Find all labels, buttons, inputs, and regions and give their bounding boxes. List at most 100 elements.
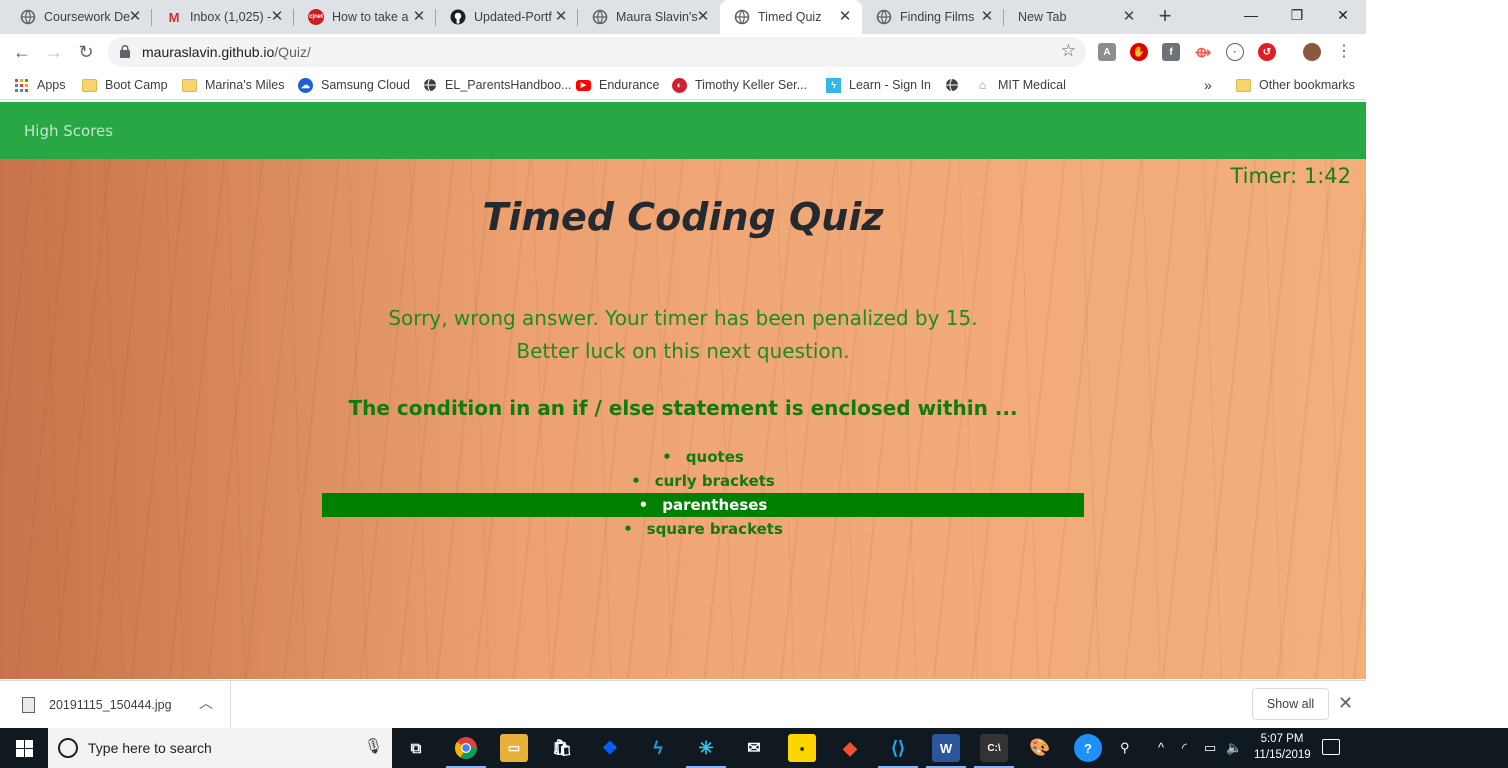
vscode-icon[interactable]: ⟨⟩ [878,734,918,768]
people-icon[interactable]: ⚲ [1120,740,1130,756]
bookmark-el-parents-handbook[interactable]: EL_ParentsHandboo... [422,76,571,94]
taskbar-clock[interactable]: 5:07 PM 11/15/2019 [1254,731,1311,763]
help-icon[interactable]: ? [1074,734,1102,762]
high-scores-link[interactable]: High Scores [24,122,113,140]
command-prompt-icon[interactable]: C:\ [974,734,1014,768]
volume-icon[interactable]: 🔈 [1226,740,1242,756]
answer-option-curly-brackets[interactable]: • curly brackets [322,469,1084,493]
tab-timed-quiz[interactable]: Timed Quiz ✕ [720,0,862,34]
tab-portfolio[interactable]: Updated-Portf ✕ [436,0,578,34]
sticky-notes-icon[interactable]: ▪ [788,734,816,762]
quiz-timer: Timer: 1:42 [1230,164,1351,188]
cnet-icon: c|net [308,9,324,25]
mail-icon[interactable]: ✉ [740,734,768,762]
cortana-icon [58,738,78,758]
tab-inbox[interactable]: M Inbox (1,025) - ✕ [152,0,294,34]
bookmark-star-icon[interactable]: ☆ [1061,41,1076,61]
gmail-icon: M [168,9,180,25]
windows-start-icon[interactable] [0,728,48,768]
action-center-icon[interactable] [1322,739,1340,755]
restore-icon[interactable]: ❐ [1274,0,1320,30]
tab-coursework[interactable]: Coursework De ✕ [6,0,152,34]
close-tab-icon[interactable]: ✕ [1120,8,1138,26]
bookmarks-bar: Apps Boot Camp Marina's Miles ☁ Samsung … [0,70,1366,100]
menu-dots-icon[interactable]: ⋮ [1332,40,1356,64]
close-tab-icon[interactable]: ✕ [268,8,286,26]
globe-icon [944,78,959,93]
close-tab-icon[interactable]: ✕ [978,8,996,26]
bookmark-samsung-cloud[interactable]: ☁ Samsung Cloud [298,76,410,94]
taskbar-search-box[interactable]: Type here to search 🎙 [48,728,392,768]
bookmark-label: Timothy Keller Ser... [695,78,808,92]
bookmark-mit-medical[interactable]: ⌂ MIT Medical [975,76,1066,94]
answer-feedback: Sorry, wrong answer. Your timer has been… [388,306,978,363]
tab-maura-slavin[interactable]: Maura Slavin's ✕ [578,0,720,34]
answer-label: parentheses [662,496,768,514]
pdf-extension-icon[interactable]: A [1098,43,1116,61]
file-explorer-icon[interactable]: ▭ [500,734,528,762]
answer-label: square brackets [646,520,783,538]
globe-icon [592,9,608,25]
address-bar[interactable]: mauraslavin.github.io/Quiz/ ☆ [108,37,1086,67]
bookmark-endurance[interactable]: ▶ Endurance [576,76,659,94]
forward-arrow-icon[interactable]: → [42,40,66,64]
close-tab-icon[interactable]: ✕ [126,8,144,26]
close-tab-icon[interactable]: ✕ [552,8,570,26]
task-view-icon[interactable]: ⧉ [402,734,430,762]
chrome-taskbar-icon[interactable] [446,734,486,768]
store-icon[interactable]: 🛍 [548,734,576,762]
minimize-icon[interactable]: — [1228,0,1274,30]
close-window-icon[interactable]: ✕ [1320,0,1366,30]
new-tab-plus-icon[interactable]: + [1153,5,1177,29]
close-download-bar-icon[interactable]: ✕ [1338,693,1353,714]
apps-grid-icon [14,78,29,93]
bookmarks-overflow-icon[interactable]: » [1204,76,1212,94]
adblock-extension-icon[interactable]: ✋ [1130,43,1148,61]
chevron-up-icon[interactable]: ︿ [199,693,213,713]
tab-finding-films[interactable]: Finding Films ✕ [862,0,1004,34]
word-icon[interactable]: W [926,734,966,768]
tab-new-tab[interactable]: New Tab ✕ [1004,0,1146,34]
microphone-icon[interactable]: 🎙 [364,737,383,755]
wifi-icon[interactable]: ◜ [1182,740,1187,756]
profile-avatar[interactable] [1303,43,1321,61]
slack-icon[interactable]: ✳ [686,734,726,768]
battery-icon[interactable]: ▭ [1204,740,1216,756]
download-filename: 20191115_150444.jpg [49,698,172,712]
folder-icon [1236,78,1251,92]
bookmark-label: Samsung Cloud [321,78,410,92]
back-arrow-icon[interactable]: ← [10,40,34,64]
bookmark-label: MIT Medical [998,78,1066,92]
dropbox-icon[interactable]: ❖ [596,734,624,762]
download-item[interactable]: 20191115_150444.jpg ︿ [0,681,231,728]
facebook-extension-icon[interactable]: f [1162,43,1180,61]
code-extension-icon[interactable]: · [1226,43,1244,61]
paint-icon[interactable]: 🎨 [1026,734,1054,762]
tab-how-to[interactable]: c|net How to take a ✕ [294,0,436,34]
answer-option-square-brackets[interactable]: • square brackets [322,517,1084,541]
bookmark-learn-sign-in[interactable]: ϟ Learn - Sign In [826,76,931,94]
desktop-background [1366,0,1508,728]
bookmark-label: Apps [37,78,66,92]
chevron-up-tray-icon[interactable]: ^ [1158,740,1164,755]
show-all-button[interactable]: Show all [1252,688,1329,720]
bookmark-other-bookmarks[interactable]: Other bookmarks [1236,76,1355,94]
bookmark-boot-camp[interactable]: Boot Camp [82,76,168,94]
bookmark-apps[interactable]: Apps [14,76,66,94]
page-navbar: High Scores [0,102,1366,159]
refresh-extension-icon[interactable]: ↺ [1258,43,1276,61]
bookmark-globe[interactable] [944,76,967,94]
samsung-cloud-icon: ☁ [298,77,313,93]
git-icon[interactable]: ◆ [836,734,864,762]
cast-extension-icon[interactable]: ⟴ [1194,43,1212,61]
answer-option-parentheses[interactable]: • parentheses [322,493,1084,517]
close-tab-icon[interactable]: ✕ [410,8,428,26]
close-tab-icon[interactable]: ✕ [694,8,712,26]
close-tab-icon[interactable]: ✕ [836,8,854,26]
reload-icon[interactable]: ↻ [74,40,98,64]
folder-icon [82,78,97,92]
azure-icon[interactable]: ϟ [644,734,672,762]
bookmark-timothy-keller[interactable]: ◐ Timothy Keller Ser... [672,76,807,94]
bookmark-marinas-miles[interactable]: Marina's Miles [182,76,285,94]
answer-option-quotes[interactable]: • quotes [322,445,1084,469]
